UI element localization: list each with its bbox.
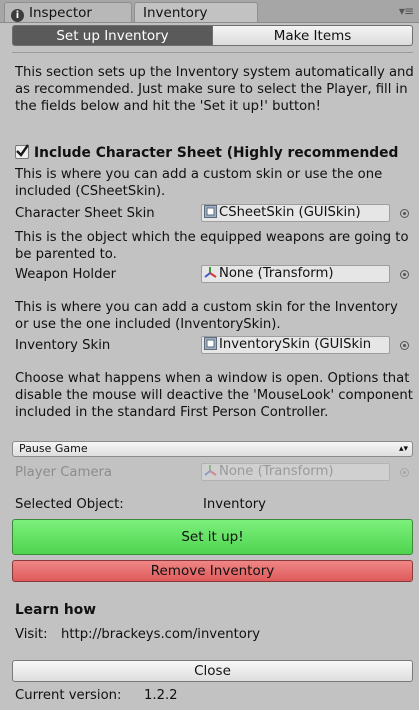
setup-inventory-tab[interactable]: Set up Inventory xyxy=(12,25,213,46)
tab-menu-icon[interactable]: ▾≡ xyxy=(399,4,414,18)
learn-heading: Learn how xyxy=(15,602,96,618)
tab-inspector[interactable]: i Inspector xyxy=(4,2,132,22)
transform-icon xyxy=(204,465,217,476)
visit-label: Visit: xyxy=(15,627,48,642)
inventory-skin-value: InventorySkin (GUISkin xyxy=(219,337,372,352)
window-open-selected: Pause Game xyxy=(19,442,88,455)
dropdown-arrows-icon: ▴▾ xyxy=(398,444,408,454)
weapon-holder-value: None (Transform) xyxy=(219,266,334,281)
guiskin-icon xyxy=(204,205,217,218)
remove-inventory-button[interactable]: Remove Inventory xyxy=(12,560,413,582)
sheet-skin-field[interactable]: CSheetSkin (GUISkin) xyxy=(201,204,390,222)
tab-inventory-label: Inventory xyxy=(143,5,208,21)
player-camera-field: None (Transform) xyxy=(201,463,390,481)
checkmark-icon xyxy=(16,144,29,157)
sheet-skin-label: Character Sheet Skin xyxy=(15,206,155,221)
setup-button[interactable]: Set it up! xyxy=(12,519,413,555)
inventory-skin-label: Inventory Skin xyxy=(15,338,111,353)
tab-inventory[interactable]: Inventory xyxy=(134,2,258,22)
tab-inspector-label: Inspector xyxy=(29,5,92,21)
version-value: 1.2.2 xyxy=(144,688,178,703)
sheet-skin-value: CSheetSkin (GUISkin) xyxy=(219,205,361,220)
window-open-dropdown[interactable]: Pause Game ▴▾ xyxy=(12,441,413,457)
player-camera-label: Player Camera xyxy=(15,465,112,480)
selected-object-value: Inventory xyxy=(203,497,266,512)
inventory-skin-picker-icon[interactable] xyxy=(400,341,409,350)
inventory-skin-help: This is where you can add a custom skin … xyxy=(15,300,398,332)
selected-object-label: Selected Object: xyxy=(15,497,124,512)
intro-text: This section sets up the Inventory syste… xyxy=(15,65,414,114)
weapon-holder-label: Weapon Holder xyxy=(15,267,117,282)
close-button[interactable]: Close xyxy=(12,660,413,682)
player-camera-picker-icon xyxy=(400,468,409,477)
weapon-holder-field[interactable]: None (Transform) xyxy=(201,265,390,283)
version-label: Current version: xyxy=(15,688,122,703)
transform-icon xyxy=(204,267,217,278)
player-camera-value: None (Transform) xyxy=(219,464,334,479)
info-icon: i xyxy=(11,9,24,22)
weapon-holder-picker-icon[interactable] xyxy=(400,270,409,279)
guiskin-icon xyxy=(204,337,217,350)
include-sheet-checkbox[interactable] xyxy=(15,144,29,159)
learn-url-link[interactable]: http://brackeys.com/inventory xyxy=(61,627,260,643)
weapon-holder-help: This is the object which the equipped we… xyxy=(15,230,409,262)
sheet-skin-help: This is where you can add a custom skin … xyxy=(15,167,383,199)
window-open-help: Choose what happens when a window is ope… xyxy=(15,371,413,420)
make-items-tab[interactable]: Make Items xyxy=(213,25,413,46)
inventory-skin-field[interactable]: InventorySkin (GUISkin xyxy=(201,336,390,354)
include-sheet-label: Include Character Sheet (Highly recommen… xyxy=(34,145,399,161)
toolbar-divider xyxy=(12,52,413,53)
sheet-skin-picker-icon[interactable] xyxy=(400,209,409,218)
